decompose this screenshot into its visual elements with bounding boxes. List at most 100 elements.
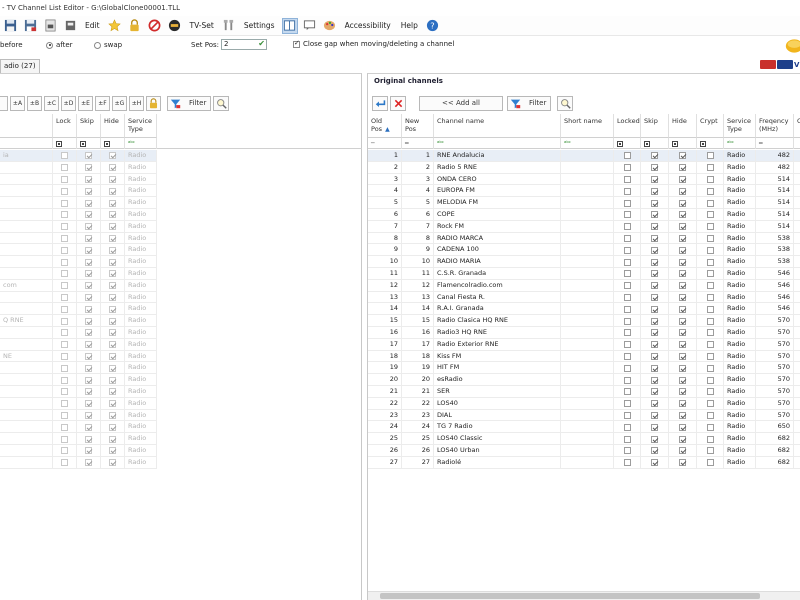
filter-cell[interactable] bbox=[669, 138, 697, 149]
checkbox-cell[interactable] bbox=[697, 256, 724, 268]
channel-name-cell[interactable]: NE bbox=[0, 350, 53, 363]
row-checkbox[interactable] bbox=[61, 164, 68, 172]
table-row[interactable]: 18 18 Kiss FM Radio 570 bbox=[368, 350, 800, 363]
table-row[interactable]: 6 6 COPE Radio 514 bbox=[368, 209, 800, 221]
row-checkbox[interactable] bbox=[85, 175, 92, 183]
row-checkbox[interactable] bbox=[623, 376, 631, 384]
checkbox-cell[interactable] bbox=[101, 350, 125, 363]
row-checkbox[interactable] bbox=[706, 234, 714, 242]
row-checkbox[interactable] bbox=[85, 329, 92, 337]
row-checkbox[interactable] bbox=[61, 305, 68, 313]
filter-cell[interactable] bbox=[0, 138, 53, 149]
row-checkbox[interactable] bbox=[109, 246, 116, 254]
col-header-short-name[interactable]: Short name bbox=[561, 114, 614, 138]
checkbox-cell[interactable] bbox=[101, 185, 125, 198]
channel-name-cell[interactable] bbox=[0, 197, 53, 209]
checkbox-cell[interactable] bbox=[101, 338, 125, 351]
table-row[interactable]: Radio bbox=[0, 161, 157, 174]
checkbox-cell[interactable] bbox=[101, 244, 125, 257]
table-row[interactable]: Radio bbox=[0, 445, 157, 457]
checkbox-cell[interactable] bbox=[641, 397, 669, 410]
table-row[interactable]: 21 21 SER Radio 570 bbox=[368, 386, 800, 398]
row-checkbox[interactable] bbox=[61, 364, 68, 372]
row-checkbox[interactable] bbox=[109, 388, 116, 396]
table-row[interactable]: Radio bbox=[0, 397, 157, 410]
favorites-star-icon[interactable] bbox=[107, 18, 123, 34]
table-row[interactable]: Radio bbox=[0, 421, 157, 434]
short-name-cell[interactable] bbox=[561, 433, 614, 445]
checkbox-cell[interactable] bbox=[641, 445, 669, 457]
checkbox-cell[interactable] bbox=[614, 161, 641, 174]
checkbox-cell[interactable] bbox=[614, 386, 641, 398]
checkbox-cell[interactable] bbox=[614, 209, 641, 221]
menu-tvset[interactable]: TV-Set bbox=[185, 21, 219, 30]
short-name-cell[interactable] bbox=[561, 256, 614, 268]
checkbox-cell[interactable] bbox=[77, 220, 101, 233]
row-checkbox[interactable] bbox=[109, 223, 116, 231]
row-checkbox[interactable] bbox=[623, 282, 631, 290]
channel-name-cell[interactable]: Radio 5 RNE bbox=[434, 161, 561, 174]
channel-name-cell[interactable] bbox=[0, 445, 53, 457]
row-checkbox[interactable] bbox=[109, 211, 116, 219]
table-row[interactable]: Radio bbox=[0, 327, 157, 339]
table-row[interactable]: Radio bbox=[0, 232, 157, 245]
short-name-cell[interactable] bbox=[561, 268, 614, 280]
scrollbar-thumb[interactable] bbox=[380, 593, 760, 599]
row-checkbox[interactable] bbox=[623, 411, 631, 419]
row-checkbox[interactable] bbox=[651, 435, 658, 443]
checkbox-cell[interactable] bbox=[697, 456, 724, 469]
row-checkbox[interactable] bbox=[109, 152, 116, 160]
table-row[interactable]: Radio bbox=[0, 197, 157, 209]
panel-layout-icon[interactable] bbox=[281, 17, 298, 34]
short-name-cell[interactable] bbox=[561, 350, 614, 363]
row-checkbox[interactable] bbox=[61, 388, 68, 396]
col-header-channel-name[interactable]: Channel name bbox=[434, 114, 561, 138]
checkbox-cell[interactable] bbox=[77, 244, 101, 257]
row-checkbox[interactable] bbox=[651, 152, 658, 160]
checkbox-cell[interactable] bbox=[641, 185, 669, 198]
col-header-service-type[interactable]: Service Type bbox=[724, 114, 756, 138]
checkbox-cell[interactable] bbox=[53, 268, 77, 280]
checkbox-cell[interactable] bbox=[697, 244, 724, 257]
filter-cell[interactable] bbox=[641, 138, 669, 149]
col-header-lock[interactable]: Lock bbox=[53, 114, 77, 138]
row-checkbox[interactable] bbox=[61, 435, 68, 443]
row-checkbox[interactable] bbox=[623, 164, 631, 172]
row-checkbox[interactable] bbox=[61, 411, 68, 419]
col-header-crypt[interactable]: Crypt bbox=[697, 114, 724, 138]
row-checkbox[interactable] bbox=[679, 459, 686, 467]
checkbox-cell[interactable] bbox=[641, 362, 669, 375]
checkbox-cell[interactable] bbox=[697, 150, 724, 162]
row-checkbox[interactable] bbox=[651, 211, 658, 219]
row-checkbox[interactable] bbox=[61, 234, 68, 242]
row-checkbox[interactable] bbox=[706, 423, 714, 431]
channel-name-cell[interactable] bbox=[0, 232, 53, 245]
row-checkbox[interactable] bbox=[623, 211, 631, 219]
row-checkbox[interactable] bbox=[706, 305, 714, 313]
row-checkbox[interactable] bbox=[61, 246, 68, 254]
channel-name-cell[interactable]: Radio Exterior RNE bbox=[434, 338, 561, 351]
table-row[interactable]: Radio bbox=[0, 244, 157, 257]
table-row[interactable]: Radio bbox=[0, 268, 157, 280]
checkbox-cell[interactable] bbox=[77, 397, 101, 410]
checkbox-cell[interactable] bbox=[101, 409, 125, 422]
checkbox-cell[interactable] bbox=[53, 362, 77, 375]
table-row[interactable]: Radio bbox=[0, 291, 157, 304]
table-row[interactable]: Radio bbox=[0, 456, 157, 469]
checkbox-cell[interactable] bbox=[641, 150, 669, 162]
checkbox-cell[interactable] bbox=[614, 362, 641, 375]
row-checkbox[interactable] bbox=[61, 376, 68, 384]
checkbox-cell[interactable] bbox=[53, 433, 77, 445]
filter-cell[interactable]: ═ bbox=[402, 138, 434, 149]
menu-help[interactable]: Help bbox=[396, 21, 423, 30]
palette-icon[interactable] bbox=[322, 18, 338, 34]
checkbox-cell[interactable] bbox=[77, 327, 101, 339]
row-checkbox[interactable] bbox=[679, 305, 686, 313]
setpos-input[interactable]: 2 ✔ bbox=[221, 39, 267, 50]
checkbox-cell[interactable] bbox=[669, 185, 697, 198]
channel-name-cell[interactable] bbox=[0, 173, 53, 186]
row-checkbox[interactable] bbox=[679, 317, 686, 325]
table-row[interactable]: 19 19 HIT FM Radio 570 bbox=[368, 362, 800, 375]
channel-name-cell[interactable] bbox=[0, 220, 53, 233]
checkbox-cell[interactable] bbox=[669, 291, 697, 304]
